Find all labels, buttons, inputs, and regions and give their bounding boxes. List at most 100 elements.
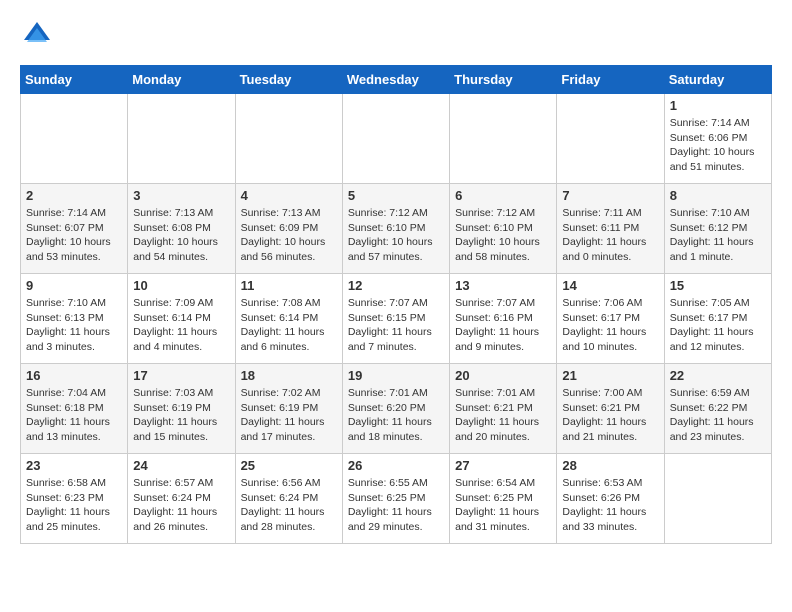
day-number: 3 — [133, 188, 229, 203]
day-number: 4 — [241, 188, 337, 203]
day-info: Sunrise: 6:55 AM Sunset: 6:25 PM Dayligh… — [348, 476, 444, 535]
day-info: Sunrise: 7:02 AM Sunset: 6:19 PM Dayligh… — [241, 386, 337, 445]
day-info: Sunrise: 7:09 AM Sunset: 6:14 PM Dayligh… — [133, 296, 229, 355]
day-info: Sunrise: 7:00 AM Sunset: 6:21 PM Dayligh… — [562, 386, 658, 445]
day-cell: 26 Sunrise: 6:55 AM Sunset: 6:25 PM Dayli… — [342, 454, 449, 544]
day-number: 9 — [26, 278, 122, 293]
day-info: Sunrise: 7:04 AM Sunset: 6:18 PM Dayligh… — [26, 386, 122, 445]
calendar-table: SundayMondayTuesdayWednesdayThursdayFrid… — [20, 65, 772, 544]
day-info: Sunrise: 7:12 AM Sunset: 6:10 PM Dayligh… — [455, 206, 551, 265]
logo — [20, 20, 52, 55]
day-info: Sunrise: 7:12 AM Sunset: 6:10 PM Dayligh… — [348, 206, 444, 265]
weekday-header-wednesday: Wednesday — [342, 66, 449, 94]
day-info: Sunrise: 7:14 AM Sunset: 6:07 PM Dayligh… — [26, 206, 122, 265]
day-number: 18 — [241, 368, 337, 383]
day-number: 17 — [133, 368, 229, 383]
day-cell: 19 Sunrise: 7:01 AM Sunset: 6:20 PM Dayli… — [342, 364, 449, 454]
day-cell — [21, 94, 128, 184]
day-cell: 7 Sunrise: 7:11 AM Sunset: 6:11 PM Daylig… — [557, 184, 664, 274]
day-number: 21 — [562, 368, 658, 383]
week-row-2: 9 Sunrise: 7:10 AM Sunset: 6:13 PM Daylig… — [21, 274, 772, 364]
day-cell: 8 Sunrise: 7:10 AM Sunset: 6:12 PM Daylig… — [664, 184, 771, 274]
day-cell: 6 Sunrise: 7:12 AM Sunset: 6:10 PM Daylig… — [450, 184, 557, 274]
day-number: 13 — [455, 278, 551, 293]
page-header — [20, 20, 772, 55]
day-info: Sunrise: 7:10 AM Sunset: 6:12 PM Dayligh… — [670, 206, 766, 265]
day-number: 26 — [348, 458, 444, 473]
day-cell — [557, 94, 664, 184]
day-cell — [450, 94, 557, 184]
day-number: 27 — [455, 458, 551, 473]
day-info: Sunrise: 6:53 AM Sunset: 6:26 PM Dayligh… — [562, 476, 658, 535]
day-number: 12 — [348, 278, 444, 293]
day-cell: 13 Sunrise: 7:07 AM Sunset: 6:16 PM Dayli… — [450, 274, 557, 364]
day-cell — [342, 94, 449, 184]
week-row-0: 1 Sunrise: 7:14 AM Sunset: 6:06 PM Daylig… — [21, 94, 772, 184]
weekday-header-thursday: Thursday — [450, 66, 557, 94]
weekday-header-tuesday: Tuesday — [235, 66, 342, 94]
day-cell: 10 Sunrise: 7:09 AM Sunset: 6:14 PM Dayli… — [128, 274, 235, 364]
day-info: Sunrise: 6:59 AM Sunset: 6:22 PM Dayligh… — [670, 386, 766, 445]
day-info: Sunrise: 7:06 AM Sunset: 6:17 PM Dayligh… — [562, 296, 658, 355]
weekday-header-sunday: Sunday — [21, 66, 128, 94]
day-cell: 9 Sunrise: 7:10 AM Sunset: 6:13 PM Daylig… — [21, 274, 128, 364]
day-cell: 27 Sunrise: 6:54 AM Sunset: 6:25 PM Dayli… — [450, 454, 557, 544]
day-info: Sunrise: 6:57 AM Sunset: 6:24 PM Dayligh… — [133, 476, 229, 535]
day-info: Sunrise: 7:13 AM Sunset: 6:09 PM Dayligh… — [241, 206, 337, 265]
day-cell: 3 Sunrise: 7:13 AM Sunset: 6:08 PM Daylig… — [128, 184, 235, 274]
day-cell: 21 Sunrise: 7:00 AM Sunset: 6:21 PM Dayli… — [557, 364, 664, 454]
day-info: Sunrise: 7:10 AM Sunset: 6:13 PM Dayligh… — [26, 296, 122, 355]
day-cell: 11 Sunrise: 7:08 AM Sunset: 6:14 PM Dayli… — [235, 274, 342, 364]
day-number: 14 — [562, 278, 658, 293]
day-number: 6 — [455, 188, 551, 203]
day-cell — [664, 454, 771, 544]
day-info: Sunrise: 7:13 AM Sunset: 6:08 PM Dayligh… — [133, 206, 229, 265]
day-cell: 16 Sunrise: 7:04 AM Sunset: 6:18 PM Dayli… — [21, 364, 128, 454]
day-number: 22 — [670, 368, 766, 383]
day-info: Sunrise: 7:11 AM Sunset: 6:11 PM Dayligh… — [562, 206, 658, 265]
day-info: Sunrise: 6:58 AM Sunset: 6:23 PM Dayligh… — [26, 476, 122, 535]
day-info: Sunrise: 6:54 AM Sunset: 6:25 PM Dayligh… — [455, 476, 551, 535]
day-cell: 5 Sunrise: 7:12 AM Sunset: 6:10 PM Daylig… — [342, 184, 449, 274]
day-cell: 28 Sunrise: 6:53 AM Sunset: 6:26 PM Dayli… — [557, 454, 664, 544]
day-number: 11 — [241, 278, 337, 293]
day-info: Sunrise: 7:01 AM Sunset: 6:20 PM Dayligh… — [348, 386, 444, 445]
day-cell: 4 Sunrise: 7:13 AM Sunset: 6:09 PM Daylig… — [235, 184, 342, 274]
day-number: 5 — [348, 188, 444, 203]
day-cell: 18 Sunrise: 7:02 AM Sunset: 6:19 PM Dayli… — [235, 364, 342, 454]
day-info: Sunrise: 6:56 AM Sunset: 6:24 PM Dayligh… — [241, 476, 337, 535]
day-number: 2 — [26, 188, 122, 203]
day-cell: 15Sunrise: 7:05 AM Sunset: 6:17 PM Dayli… — [664, 274, 771, 364]
weekday-header-friday: Friday — [557, 66, 664, 94]
day-number: 19 — [348, 368, 444, 383]
day-number: 10 — [133, 278, 229, 293]
day-cell: 14 Sunrise: 7:06 AM Sunset: 6:17 PM Dayli… — [557, 274, 664, 364]
day-info: Sunrise: 7:07 AM Sunset: 6:15 PM Dayligh… — [348, 296, 444, 355]
day-cell: 23 Sunrise: 6:58 AM Sunset: 6:23 PM Dayli… — [21, 454, 128, 544]
day-cell — [128, 94, 235, 184]
day-number: 24 — [133, 458, 229, 473]
day-number: 20 — [455, 368, 551, 383]
day-info: Sunrise: 7:07 AM Sunset: 6:16 PM Dayligh… — [455, 296, 551, 355]
day-number: 23 — [26, 458, 122, 473]
day-number: 16 — [26, 368, 122, 383]
day-number: 28 — [562, 458, 658, 473]
week-row-4: 23 Sunrise: 6:58 AM Sunset: 6:23 PM Dayli… — [21, 454, 772, 544]
day-info: Sunrise: 7:08 AM Sunset: 6:14 PM Dayligh… — [241, 296, 337, 355]
day-cell: 12 Sunrise: 7:07 AM Sunset: 6:15 PM Dayli… — [342, 274, 449, 364]
day-cell: 22 Sunrise: 6:59 AM Sunset: 6:22 PM Dayli… — [664, 364, 771, 454]
day-cell: 25Sunrise: 6:56 AM Sunset: 6:24 PM Dayli… — [235, 454, 342, 544]
day-number: 8 — [670, 188, 766, 203]
day-number: 7 — [562, 188, 658, 203]
weekday-header-saturday: Saturday — [664, 66, 771, 94]
week-row-1: 2 Sunrise: 7:14 AM Sunset: 6:07 PM Daylig… — [21, 184, 772, 274]
day-info: Sunrise: 7:05 AM Sunset: 6:17 PM Dayligh… — [670, 296, 766, 355]
logo-icon — [22, 20, 52, 50]
day-cell — [235, 94, 342, 184]
day-info: Sunrise: 7:03 AM Sunset: 6:19 PM Dayligh… — [133, 386, 229, 445]
day-cell: 24 Sunrise: 6:57 AM Sunset: 6:24 PM Dayli… — [128, 454, 235, 544]
day-number: 1 — [670, 98, 766, 113]
day-cell: 20Sunrise: 7:01 AM Sunset: 6:21 PM Dayli… — [450, 364, 557, 454]
day-cell: 1 Sunrise: 7:14 AM Sunset: 6:06 PM Daylig… — [664, 94, 771, 184]
day-info: Sunrise: 7:14 AM Sunset: 6:06 PM Dayligh… — [670, 116, 766, 175]
